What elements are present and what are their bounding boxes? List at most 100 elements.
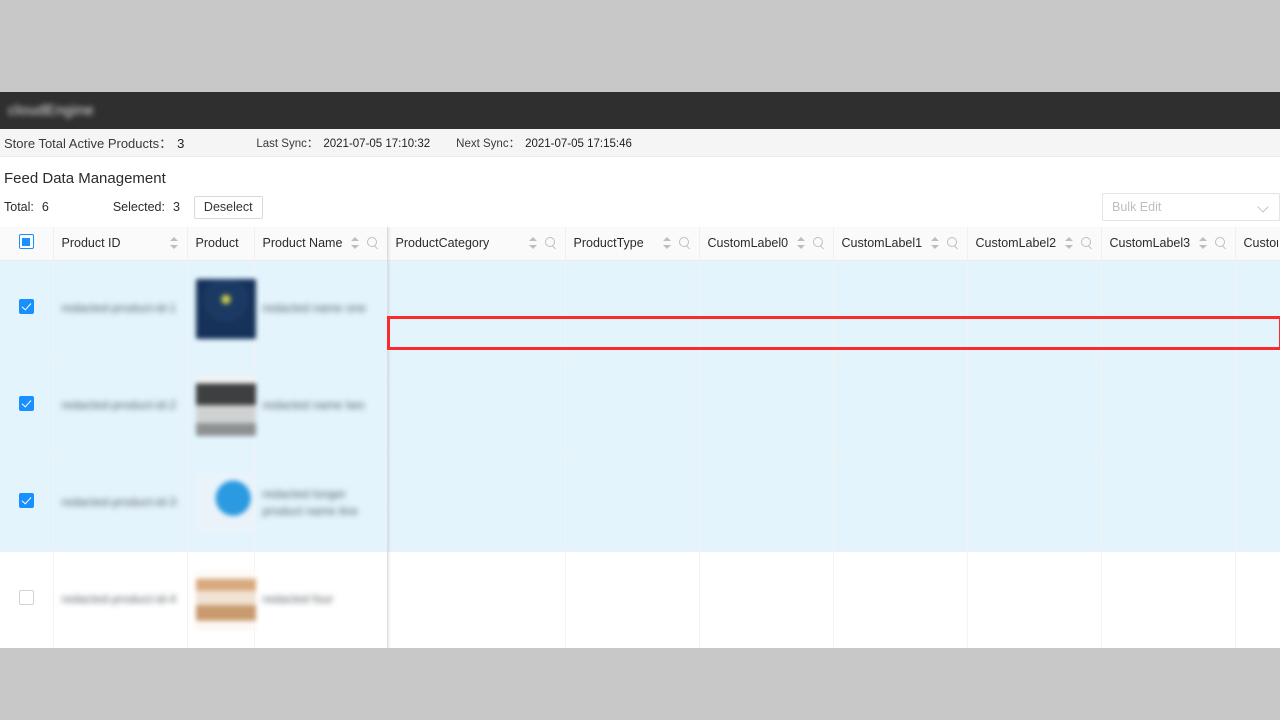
sort-arrows-icon[interactable] [528,236,538,250]
cell-custom_label_1 [833,551,968,648]
cell-custom_label_2 [967,357,1102,455]
row-checkbox[interactable] [18,492,34,508]
column-header-label: Custom [1243,236,1278,251]
sort-arrows-icon[interactable] [930,236,940,250]
column-header-label: ProductCategory [395,236,490,251]
cell-custom_label_2 [967,551,1102,648]
cell-custom_label_4 [1235,454,1280,552]
cell-product_id: redacted-product-id-1 [53,260,188,358]
sort-arrows-icon[interactable] [350,236,360,250]
cell-product_category [387,551,566,648]
product-image-cell [187,357,256,455]
selected-count-label: Selected: [112,200,165,214]
store-total-active-products-value: 3 [177,136,185,151]
cell-product_name: redacted name one [254,260,388,358]
column-header-product_id: Product ID [53,227,188,261]
row-checkbox[interactable] [18,589,34,605]
cell-product_id: redacted-product-id-3 [53,454,188,552]
cell-custom_label_3 [1101,551,1236,648]
total-count-value: 6 [41,200,49,214]
row-select-cell [0,454,54,552]
column-header-product_type: ProductType [565,227,700,261]
sync-status-bar: Store Total Active Products： 3 Last Sync：… [0,129,1280,157]
total-count: Total: 6 [4,200,49,214]
column-header-product_name: Product Name [254,227,388,261]
search-icon[interactable] [1214,237,1227,249]
search-icon[interactable] [678,237,691,249]
bulk-edit-select[interactable]: Bulk Edit [1102,193,1280,221]
column-header-custom_label_0: CustomLabel0 [699,227,834,261]
cell-custom_label_0 [699,551,834,648]
sort-arrows-icon[interactable] [1064,236,1074,250]
cell-custom_label_0 [699,260,834,358]
column-header-icons [657,236,691,250]
last-sync: Last Sync： 2021-07-05 17:10:32 [256,135,430,151]
cell-custom_label_0 [699,357,834,455]
column-header-custom_label_2: CustomLabel2 [967,227,1102,261]
chevron-down-icon [1259,202,1270,213]
search-icon[interactable] [366,237,379,249]
cell-custom_label_3 [1101,357,1236,455]
search-icon[interactable] [946,237,959,249]
column-header-icons [345,236,379,250]
last-sync-label: Last Sync： [256,137,319,150]
column-header-label: Product Ima [195,236,240,251]
select-all-checkbox[interactable] [18,234,34,250]
cell-custom_label_1 [833,260,968,358]
row-checkbox[interactable] [18,395,34,411]
cell-custom_label_4 [1235,260,1280,358]
column-header-icons [1193,236,1227,250]
selected-count-value: 3 [172,200,180,214]
column-header-icons [1059,236,1093,250]
cell-custom_label_0 [699,454,834,552]
table-toolbar: Total: 6 Selected: 3 Deselect Bulk Edit [0,187,1280,227]
cell-value: redacted name one [262,301,366,315]
sort-arrows-icon[interactable] [1198,236,1208,250]
deselect-button[interactable]: Deselect [193,195,263,219]
column-header-label: ProductType [573,236,644,251]
cell-product_name: redacted four [254,551,388,648]
cell-value: redacted name two [262,398,365,412]
table-header-row: Product ID Product Ima Product Name Product… [0,227,1280,261]
sort-arrows-icon[interactable] [169,236,179,250]
screen: cloudEngine Store Total Active Products：… [0,0,1280,720]
cell-product_name: redacted longer product name line [254,454,388,552]
product-image-cell [187,260,256,358]
column-header-icons [164,236,179,250]
column-header-label: Product Name [262,236,343,251]
selected-count: Selected: 3 [113,200,180,214]
product-thumbnail [195,472,256,533]
app-header-bar: cloudEngine [0,92,1280,129]
cell-custom_label_3 [1101,454,1236,552]
select-all-header-cell [0,227,54,261]
search-icon[interactable] [1080,237,1093,249]
column-header-label: CustomLabel3 [1109,236,1191,251]
column-header-custom_label_4: Custom [1235,227,1280,261]
sort-arrows-icon[interactable] [796,236,806,250]
column-header-label: CustomLabel0 [707,236,789,251]
cell-custom_label_2 [967,260,1102,358]
sort-arrows-icon[interactable] [662,236,672,250]
cell-value: redacted longer product name line [262,486,358,518]
row-checkbox[interactable] [18,298,34,314]
feed-data-table-wrapper: Product ID Product Ima Product Name Product… [0,227,1280,648]
cell-custom_label_1 [833,454,968,552]
cell-product_id: redacted-product-id-4 [53,551,188,648]
column-header-label: CustomLabel2 [975,236,1057,251]
cell-value: redacted four [262,592,334,606]
row-select-cell [0,260,54,358]
search-icon[interactable] [812,237,825,249]
app-viewport: cloudEngine Store Total Active Products：… [0,92,1280,648]
table-row[interactable]: redacted-product-id-1 redacted name one [0,260,1280,358]
product-thumbnail [195,569,256,630]
product-image-cell [187,551,256,648]
cell-value: redacted-product-id-1 [61,301,177,315]
table-row[interactable]: redacted-product-id-3 redacted longer pro… [0,454,1280,552]
cell-custom_label_3 [1101,260,1236,358]
column-header-product_image: Product Ima [187,227,255,261]
column-header-product_category: ProductCategory [387,227,566,261]
table-row[interactable]: redacted-product-id-4 redacted four [0,551,1280,648]
search-icon[interactable] [544,237,557,249]
table-row[interactable]: redacted-product-id-2 redacted name two [0,357,1280,455]
column-header-custom_label_3: CustomLabel3 [1101,227,1236,261]
